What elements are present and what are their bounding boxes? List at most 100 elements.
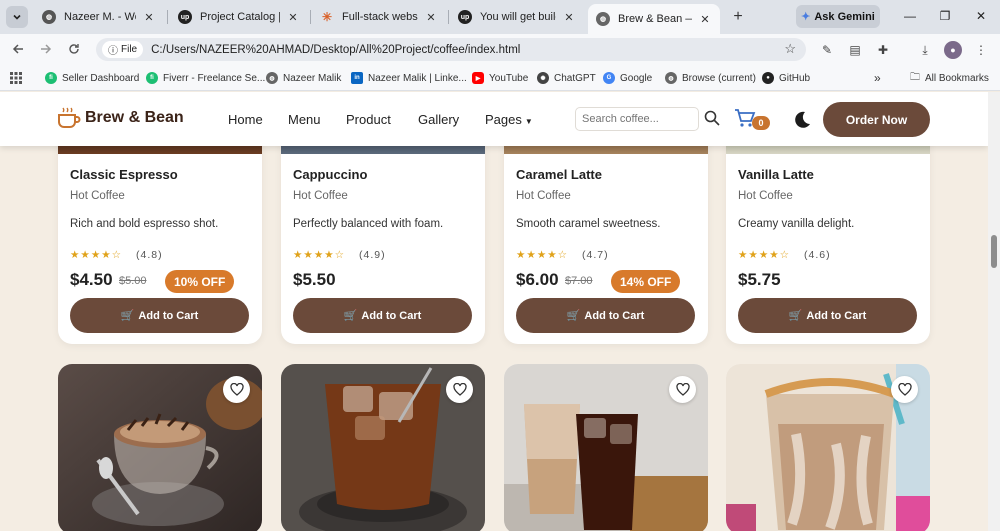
browser-tab-1[interactable]: up Project Catalog | Up ✕	[170, 4, 308, 30]
add-to-cart-button[interactable]: 🛒 Add to Cart	[70, 298, 249, 333]
bookmark-star-icon[interactable]: ☆	[784, 41, 796, 57]
product-price: $5.75	[738, 270, 781, 289]
linkedin-icon: in	[351, 72, 363, 84]
address-bar[interactable]: ⓘ File C:/Users/NAZEER%20AHMAD/Desktop/A…	[96, 38, 806, 61]
tab-title: Nazeer M. - Web De	[64, 11, 136, 23]
info-icon: ⓘ	[108, 46, 118, 57]
add-to-cart-button[interactable]: 🛒 Add to Cart	[516, 298, 695, 333]
restore-button[interactable]: ❐	[928, 0, 962, 32]
heart-icon	[229, 383, 244, 396]
arrow-left-icon	[12, 44, 23, 54]
order-now-button[interactable]: Order Now	[823, 102, 930, 137]
fiverr-icon: fi	[45, 72, 57, 84]
address-bar-row: ⓘ File C:/Users/NAZEER%20AHMAD/Desktop/A…	[0, 34, 1000, 64]
download-icon[interactable]: ⤓	[916, 41, 934, 59]
bookmark-item-2[interactable]: ◍ Nazeer Malik	[266, 70, 341, 86]
new-tab-button[interactable]: +	[728, 7, 748, 27]
ask-gemini-button[interactable]: ✦ Ask Gemini	[796, 5, 880, 28]
close-icon[interactable]: ✕	[698, 12, 712, 26]
product-name: Caramel Latte	[516, 167, 602, 182]
google-icon: G	[603, 72, 615, 84]
more-menu-icon[interactable]: ⋮	[972, 41, 990, 59]
product-card: Classic Espresso Hot Coffee Rich and bol…	[58, 122, 262, 344]
browser-tab-2[interactable]: ✳ Full-stack website d ✕	[312, 4, 446, 30]
add-to-cart-button[interactable]: 🛒 Add to Cart	[738, 298, 917, 333]
tab-title: Full-stack website d	[342, 11, 418, 23]
close-icon[interactable]: ✕	[142, 10, 156, 24]
close-window-button[interactable]: ✕	[964, 0, 998, 32]
bookmark-item-6[interactable]: G Google	[603, 70, 652, 86]
add-to-cart-button[interactable]: 🛒 Add to Cart	[293, 298, 472, 333]
search-button[interactable]	[704, 110, 722, 128]
product-card: Caramel Latte Hot Coffee Smooth caramel …	[504, 122, 708, 344]
page-scrollbar[interactable]	[988, 92, 1000, 531]
bookmark-item-1[interactable]: fi Fiverr - Freelance Se...	[146, 70, 265, 86]
nav-pages[interactable]: Pages ▼	[485, 112, 533, 127]
upwork-icon: up	[458, 10, 472, 24]
heart-icon	[452, 383, 467, 396]
upwork-icon: up	[178, 10, 192, 24]
minimize-button[interactable]: —	[893, 0, 927, 32]
rating-stars: ★★★★☆	[738, 249, 791, 261]
nav-menu[interactable]: Menu	[288, 112, 321, 127]
nav-product[interactable]: Product	[346, 112, 391, 127]
bookmark-item-4[interactable]: ▶ YouTube	[472, 70, 528, 86]
wishlist-button[interactable]	[669, 376, 696, 403]
rating-value: (4.7)	[582, 249, 609, 261]
tab-strip: ◍ Nazeer M. - Web De ✕ up Project Catalo…	[0, 0, 1000, 34]
wishlist-button[interactable]	[891, 376, 918, 403]
eyedropper-icon[interactable]: ✎	[818, 41, 836, 59]
bookmark-item-0[interactable]: fi Seller Dashboard	[45, 70, 139, 86]
bookmark-item-7[interactable]: ◍ Browse (current)	[665, 70, 756, 86]
chevron-down-icon	[13, 14, 21, 20]
site-info-chip[interactable]: ⓘ File	[102, 41, 144, 58]
reload-button[interactable]	[64, 40, 84, 58]
browser-tab-4-active[interactable]: ◍ Brew & Bean — Pre ✕	[588, 4, 720, 34]
wishlist-button[interactable]	[223, 376, 250, 403]
product-description: Rich and bold espresso shot.	[70, 218, 219, 230]
close-icon[interactable]: ✕	[286, 10, 300, 24]
site-header: Brew & Bean Home Menu Product Gallery Pa…	[0, 92, 988, 146]
rating-stars: ★★★★☆	[70, 249, 123, 261]
apps-icon[interactable]	[10, 70, 22, 86]
folder-icon: 🗀	[910, 71, 920, 83]
gemini-icon: ✦	[801, 11, 811, 23]
chatgpt-icon: ✺	[537, 72, 549, 84]
product-description: Smooth caramel sweetness.	[516, 218, 661, 230]
close-icon[interactable]: ✕	[562, 10, 576, 24]
puzzle-icon[interactable]: ✚	[874, 41, 892, 59]
bookmark-item-8[interactable]: ● GitHub	[762, 70, 810, 86]
rating-stars: ★★★★☆	[293, 249, 346, 261]
old-price: $7.00	[565, 275, 593, 287]
close-icon[interactable]: ✕	[424, 10, 438, 24]
product-category: Hot Coffee	[516, 190, 571, 202]
discount-badge: 14% OFF	[611, 270, 681, 293]
heart-icon	[897, 383, 912, 396]
tab-title: Brew & Bean — Pre	[618, 13, 692, 25]
avatar[interactable]: ●	[944, 41, 962, 59]
all-bookmarks[interactable]: 🗀 All Bookmarks	[910, 70, 989, 86]
bookmarks-bar: fi Seller Dashboard fi Fiverr - Freelance …	[0, 64, 1000, 91]
extension-icon[interactable]: ▤	[846, 41, 864, 59]
product-price: $5.50	[293, 270, 336, 289]
nav-gallery[interactable]: Gallery	[418, 112, 459, 127]
fiverr-icon: fi	[146, 72, 158, 84]
search-input[interactable]	[575, 107, 699, 131]
browser-tab-3[interactable]: up You will get building ✕	[450, 4, 584, 30]
wishlist-button[interactable]	[446, 376, 473, 403]
site-logo[interactable]: Brew & Bean	[57, 106, 184, 130]
nav-home[interactable]: Home	[228, 112, 263, 127]
bookmark-item-5[interactable]: ✺ ChatGPT	[537, 70, 596, 86]
tab-search-button[interactable]	[6, 6, 28, 28]
rating-value: (4.9)	[359, 249, 386, 261]
back-button[interactable]	[8, 40, 28, 58]
dark-mode-toggle[interactable]	[792, 110, 812, 130]
scrollbar-thumb[interactable]	[991, 235, 997, 268]
bookmark-item-3[interactable]: in Nazeer Malik | Linke...	[351, 70, 467, 86]
forward-button[interactable]	[36, 40, 56, 58]
product-price: $6.00	[516, 270, 559, 289]
more-bookmarks-icon[interactable]: »	[874, 70, 881, 86]
page-viewport: Classic Espresso Hot Coffee Rich and bol…	[0, 92, 988, 531]
product-category: Hot Coffee	[70, 190, 125, 202]
browser-tab-0[interactable]: ◍ Nazeer M. - Web De ✕	[34, 4, 164, 30]
